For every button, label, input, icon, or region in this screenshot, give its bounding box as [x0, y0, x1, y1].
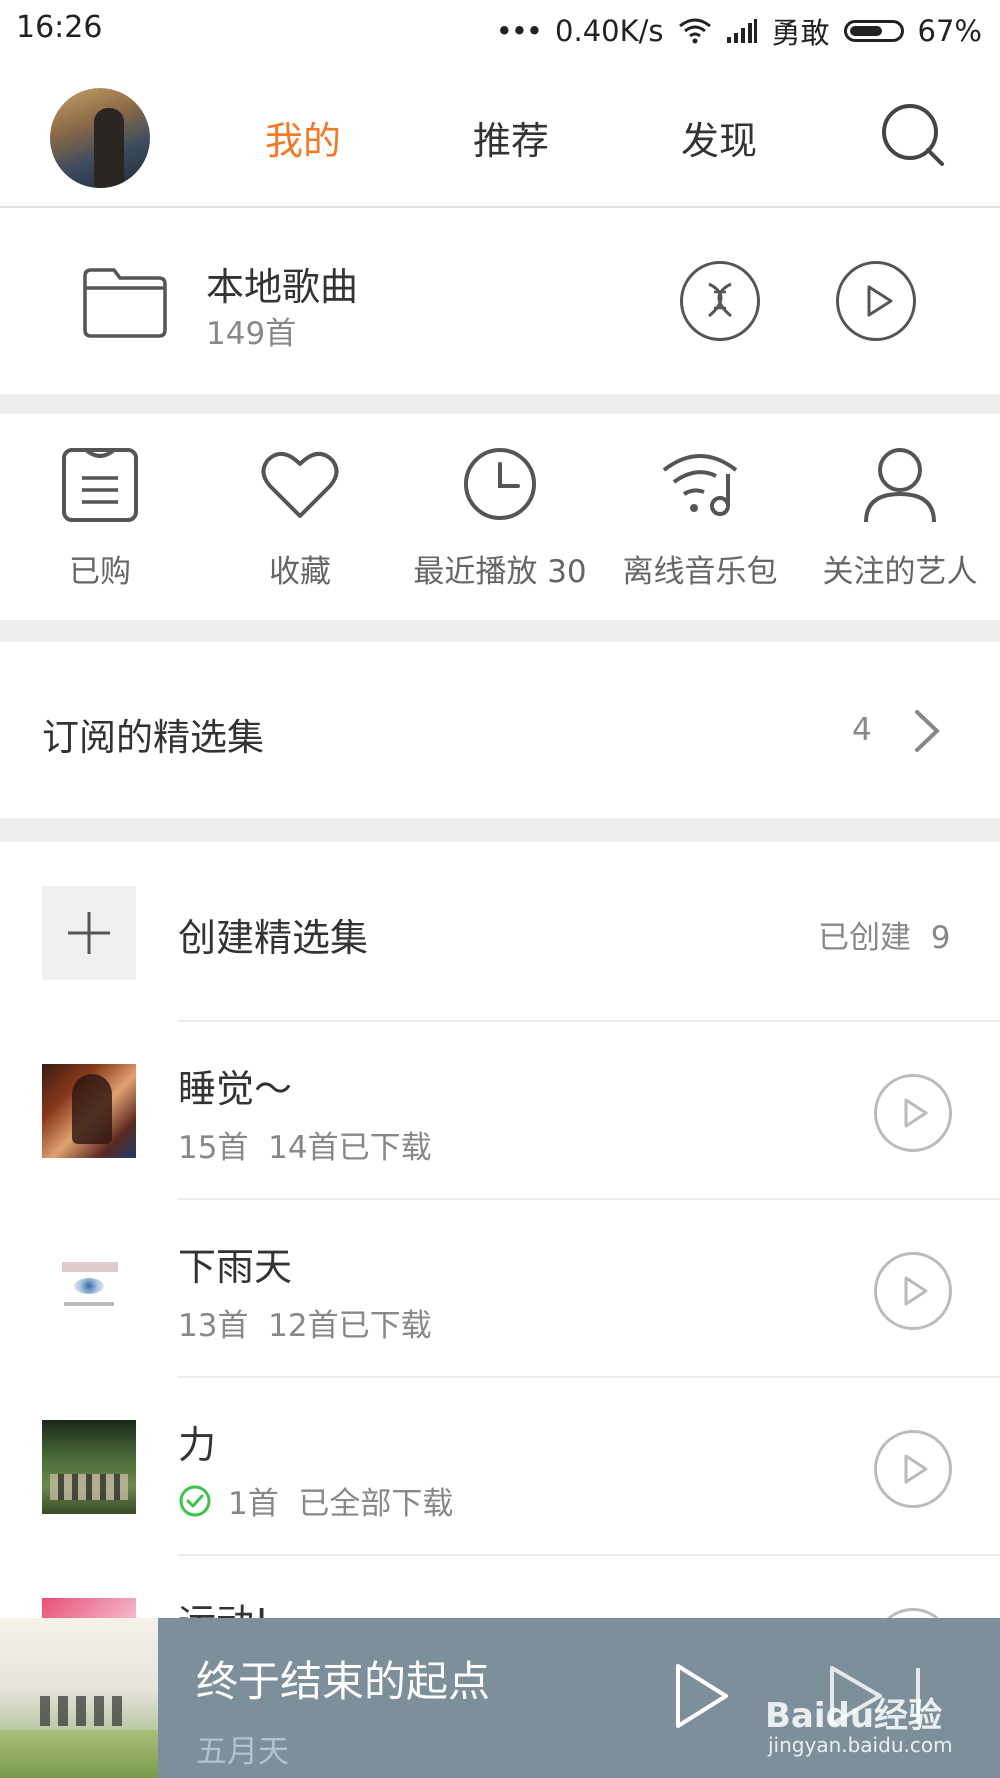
- check-circle-icon: [179, 1485, 211, 1517]
- quick-actions: 已购 收藏 最近播放 30 离线音乐包 关注的艺人: [0, 414, 1000, 620]
- now-playing-artist: 五月天: [196, 1734, 289, 1770]
- quick-recent-label: 最近播放 30: [413, 554, 587, 590]
- dna-shuffle-button[interactable]: [680, 261, 760, 341]
- play-all-button[interactable]: [836, 261, 916, 341]
- local-songs-count: 149首: [206, 316, 297, 352]
- play-icon: [867, 285, 893, 317]
- quick-artists[interactable]: 关注的艺人: [800, 414, 1000, 620]
- more-dots: •••: [495, 14, 543, 48]
- network-speed: 0.40K/s: [555, 14, 664, 48]
- folder-icon: [83, 268, 167, 338]
- watermark-logo: Baidu经验: [765, 1696, 943, 1736]
- clock-icon: [464, 448, 536, 520]
- signal-icon: [726, 19, 757, 43]
- watermark-url: jingyan.baidu.com: [768, 1733, 953, 1757]
- dna-icon: [708, 282, 732, 318]
- playlist-cover: [42, 1064, 136, 1158]
- playlist-cover: [42, 1420, 136, 1514]
- carrier-name: 勇敢: [771, 16, 830, 50]
- created-count: 已创建 9: [818, 920, 951, 956]
- battery-icon: [843, 20, 904, 42]
- tab-recommend[interactable]: 推荐: [473, 110, 549, 165]
- quick-recent[interactable]: 最近播放 30: [400, 414, 600, 620]
- play-icon: [904, 1454, 928, 1484]
- playlist-play-button[interactable]: [874, 1074, 952, 1152]
- playlist-row[interactable]: 睡觉～ 15首 14首已下载: [0, 1022, 1000, 1200]
- top-nav: 我的 推荐 发现: [0, 58, 1000, 208]
- quick-offline[interactable]: 离线音乐包: [600, 414, 800, 620]
- play-icon[interactable]: [672, 1660, 732, 1732]
- playlist-meta: 13首 12首已下载: [178, 1308, 432, 1344]
- avatar[interactable]: [50, 88, 150, 188]
- offline-wifi-icon: [662, 454, 738, 516]
- wifi-icon: [678, 18, 711, 44]
- quick-artists-label: 关注的艺人: [822, 554, 978, 590]
- status-right: ••• 0.40K/s 勇敢 67%: [496, 10, 982, 52]
- playlist-play-button[interactable]: [874, 1430, 952, 1508]
- purchased-icon: [62, 448, 138, 522]
- playlist-meta: 1首 已全部下载: [228, 1486, 454, 1522]
- playlist-play-button[interactable]: [874, 1252, 952, 1330]
- person-icon: [864, 448, 936, 523]
- section-gap: [0, 394, 1000, 414]
- playlist-name: 力: [178, 1423, 217, 1467]
- quick-favorites[interactable]: 收藏: [200, 414, 400, 620]
- chevron-right-icon: [915, 710, 940, 752]
- status-bar: 16:26 ••• 0.40K/s 勇敢 67%: [0, 0, 1000, 58]
- play-icon: [904, 1098, 928, 1128]
- tab-discover[interactable]: 发现: [681, 110, 757, 165]
- local-songs-row[interactable]: 本地歌曲 149首: [0, 208, 1000, 394]
- quick-offline-label: 离线音乐包: [622, 554, 778, 590]
- playlist-name: 睡觉～: [178, 1067, 293, 1111]
- playlist-name: 下雨天: [178, 1245, 293, 1289]
- create-collection-row[interactable]: 创建精选集 已创建 9: [0, 842, 1000, 1020]
- quick-purchased[interactable]: 已购: [0, 414, 200, 620]
- playlist-meta: 15首 14首已下载: [178, 1130, 432, 1166]
- plus-icon: [68, 912, 110, 954]
- subscribed-title: 订阅的精选集: [42, 716, 264, 759]
- create-collection-title: 创建精选集: [178, 916, 369, 960]
- quick-purchased-label: 已购: [69, 554, 131, 590]
- play-icon: [904, 1276, 928, 1306]
- search-icon[interactable]: [878, 100, 948, 170]
- heart-icon: [261, 452, 339, 518]
- playlist-row[interactable]: 下雨天 13首 12首已下载: [0, 1200, 1000, 1378]
- section-gap: [0, 818, 1000, 842]
- battery-percent: 67%: [917, 14, 982, 48]
- subscribed-collections-row[interactable]: 订阅的精选集 4: [0, 642, 1000, 818]
- status-time: 16:26: [16, 10, 103, 45]
- add-collection-button[interactable]: [42, 886, 136, 980]
- tab-mine[interactable]: 我的: [265, 110, 341, 165]
- now-playing-title: 终于结束的起点: [196, 1657, 491, 1706]
- avatar-figure: [94, 108, 124, 188]
- playlist-row[interactable]: 力 1首 已全部下载: [0, 1378, 1000, 1556]
- local-songs-title: 本地歌曲: [206, 265, 359, 309]
- playlist-cover: [42, 1242, 136, 1336]
- quick-favorites-label: 收藏: [269, 554, 331, 590]
- album-art: [0, 1618, 158, 1778]
- battery-level: [849, 26, 882, 36]
- subscribed-count: 4: [852, 712, 872, 748]
- section-gap: [0, 620, 1000, 642]
